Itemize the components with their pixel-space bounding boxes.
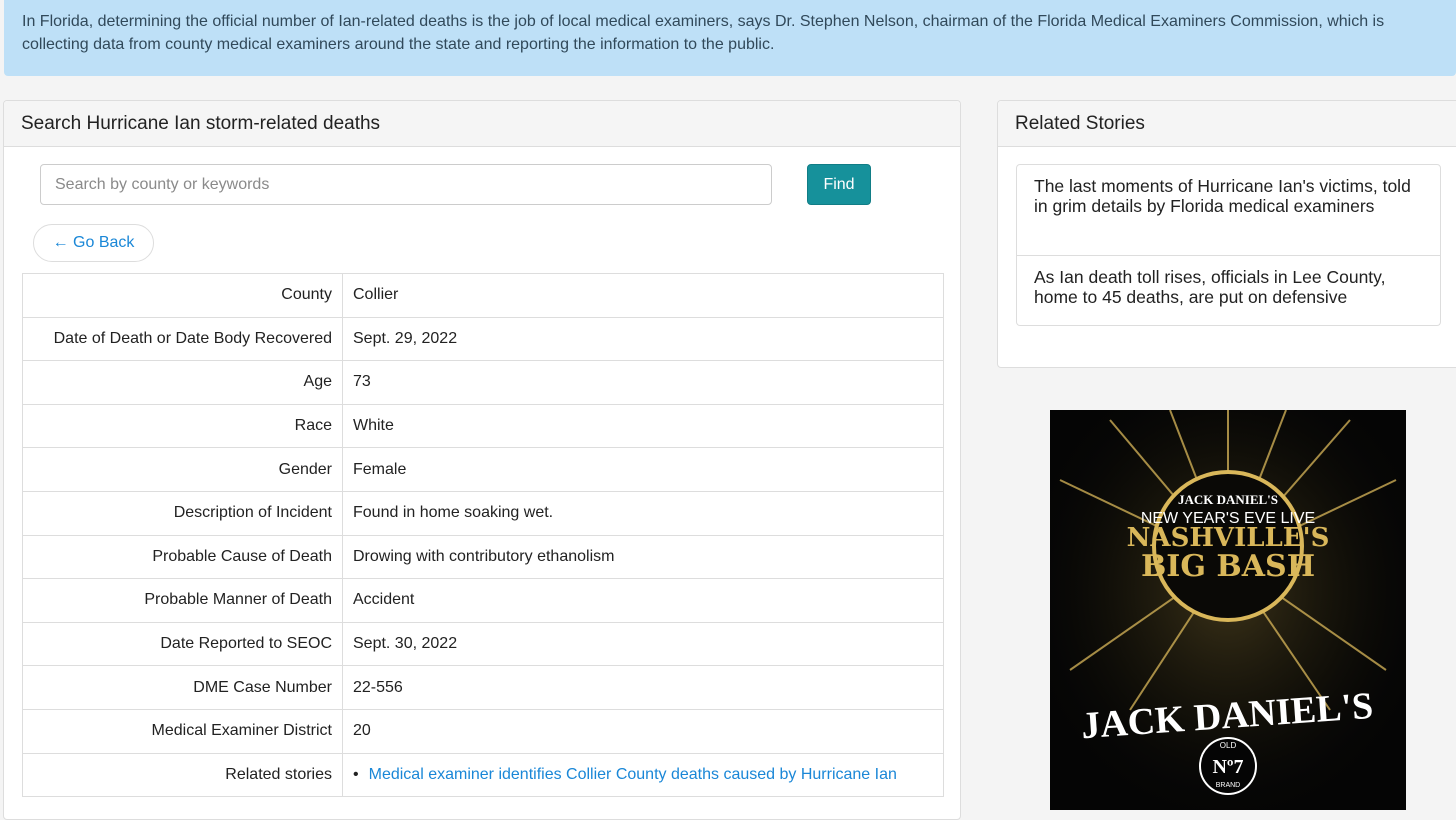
row-label: Date Reported to SEOC: [22, 621, 343, 667]
ad-line3: BIG BASH: [1141, 549, 1315, 584]
table-row: Age 73: [22, 360, 944, 405]
row-value: • Medical examiner identifies Collier Cou…: [342, 752, 944, 798]
row-label: Medical Examiner District: [22, 708, 343, 754]
bullet: •: [353, 765, 359, 783]
row-value: Female: [342, 447, 944, 492]
row-value: White: [342, 403, 944, 449]
advertisement[interactable]: JACK DANIEL'S NEW YEAR'S EVE LIVE NASHVI…: [1050, 410, 1406, 810]
row-value: Found in home soaking wet.: [342, 490, 944, 536]
related-stories-panel: Related Stories The last moments of Hurr…: [997, 100, 1456, 368]
related-story-link[interactable]: Medical examiner identifies Collier Coun…: [369, 766, 897, 783]
search-panel-title: Search Hurricane Ian storm-related death…: [4, 101, 960, 147]
row-label: Probable Cause of Death: [22, 534, 343, 580]
related-story-item[interactable]: As Ian death toll rises, officials in Le…: [1016, 256, 1441, 326]
row-label: Date of Death or Date Body Recovered: [22, 316, 343, 362]
table-row: Race White: [22, 403, 944, 449]
row-value: 20: [342, 708, 944, 754]
badge-top: OLD: [1220, 741, 1237, 750]
table-row: Probable Cause of Death Drowing with con…: [22, 534, 944, 580]
row-label: Description of Incident: [22, 490, 343, 536]
table-row: Related stories • Medical examiner identi…: [22, 752, 944, 798]
info-banner: In Florida, determining the official num…: [4, 0, 1456, 76]
row-label: Age: [22, 360, 343, 405]
ad-artwork: JACK DANIEL'S NEW YEAR'S EVE LIVE NASHVI…: [1050, 410, 1406, 810]
related-story-item[interactable]: The last moments of Hurricane Ian's vict…: [1016, 164, 1441, 256]
row-value: Accident: [342, 578, 944, 623]
find-button[interactable]: Find: [807, 164, 871, 205]
row-value: Sept. 29, 2022: [342, 316, 944, 362]
info-banner-text: In Florida, determining the official num…: [22, 13, 1385, 53]
row-value: 22-556: [342, 665, 944, 710]
row-label: DME Case Number: [22, 665, 343, 710]
details-table: County Collier Date of Death or Date Bod…: [22, 273, 944, 798]
table-row: Date of Death or Date Body Recovered Sep…: [22, 316, 944, 362]
related-stories-title: Related Stories: [998, 101, 1456, 147]
row-value: Sept. 30, 2022: [342, 621, 944, 667]
table-row: Description of Incident Found in home so…: [22, 490, 944, 536]
row-label: Gender: [22, 447, 343, 492]
search-input[interactable]: [40, 164, 772, 205]
table-row: Gender Female: [22, 447, 944, 492]
row-value: 73: [342, 360, 944, 405]
badge-bottom: BRAND: [1216, 782, 1241, 789]
table-row: Date Reported to SEOC Sept. 30, 2022: [22, 621, 944, 667]
story-list: The last moments of Hurricane Ian's vict…: [1016, 164, 1441, 326]
search-panel: Search Hurricane Ian storm-related death…: [3, 100, 961, 820]
table-row: Probable Manner of Death Accident: [22, 578, 944, 623]
go-back-button[interactable]: ← Go Back: [33, 224, 154, 262]
row-label: Probable Manner of Death: [22, 578, 343, 623]
table-row: County Collier: [22, 273, 944, 318]
ad-brand-small: JACK DANIEL'S: [1178, 492, 1278, 507]
row-label: Related stories: [22, 752, 343, 798]
row-label: Race: [22, 403, 343, 449]
badge-mid: Nº7: [1212, 756, 1243, 778]
row-value: Drowing with contributory ethanolism: [342, 534, 944, 580]
row-value: Collier: [342, 273, 944, 318]
table-row: Medical Examiner District 20: [22, 708, 944, 754]
table-row: DME Case Number 22-556: [22, 665, 944, 710]
row-label: County: [22, 273, 343, 318]
